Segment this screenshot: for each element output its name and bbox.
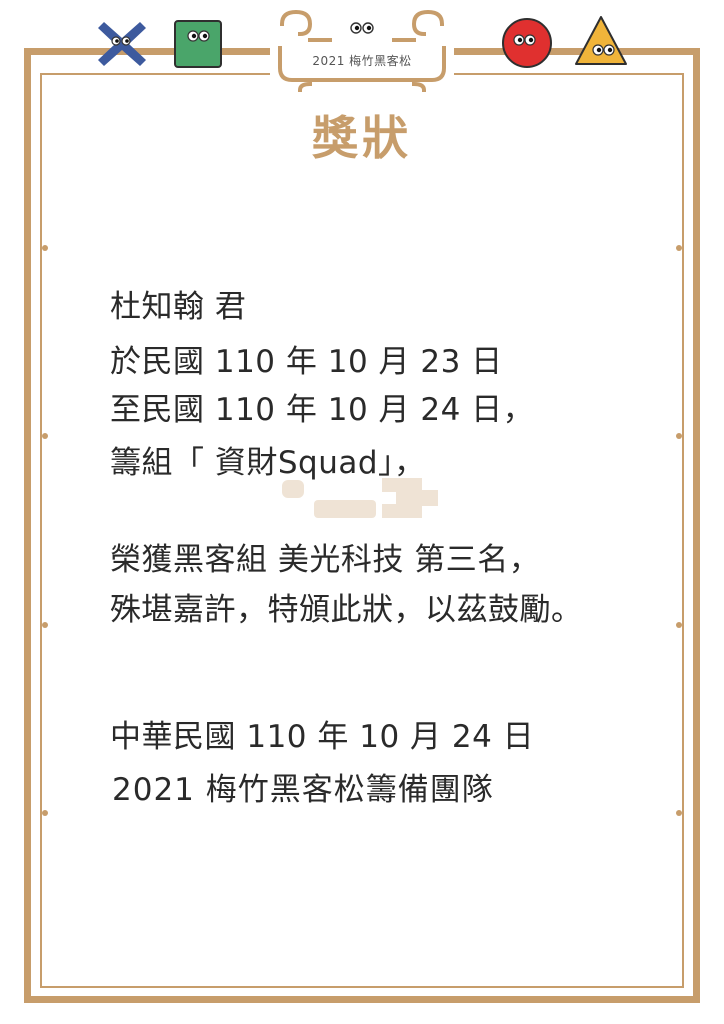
yellow-triangle-icon	[575, 16, 627, 65]
frame-dot	[676, 433, 682, 439]
red-circle-icon	[502, 18, 552, 68]
issue-date-line: 中華民國 110 年 10 月 24 日	[110, 719, 535, 755]
frame-dot	[42, 433, 48, 439]
crest-text: 2021 梅竹黑客松	[312, 54, 412, 68]
end-date-line: 至民國 110 年 10 月 24 日，	[110, 392, 535, 428]
frame-dot	[42, 245, 48, 251]
praise-line: 殊堪嘉許，特頒此狀，以茲鼓勵。	[110, 592, 583, 628]
frame-dot	[42, 810, 48, 816]
green-square-icon	[174, 20, 222, 68]
certificate-title: 獎狀	[312, 111, 412, 165]
frame-dot	[676, 810, 682, 816]
start-date-line: 於民國 110 年 10 月 23 日	[110, 344, 503, 380]
frame-dot	[676, 622, 682, 628]
issuer-line: 2021 梅竹黑客松籌備團隊	[112, 772, 494, 808]
crest-ornament: 2021 梅竹黑客松	[270, 4, 454, 94]
x-icon	[98, 22, 146, 66]
frame-dot	[42, 622, 48, 628]
team-line: 籌組「 資財Squad」，	[110, 445, 426, 481]
crest-ornament-icon	[278, 9, 446, 93]
award-line: 榮獲黑客組 美光科技 第三名，	[110, 542, 541, 578]
certificate-inner-frame	[40, 73, 684, 988]
recipient-name: 杜知翰 君	[110, 289, 247, 325]
frame-dot	[676, 245, 682, 251]
